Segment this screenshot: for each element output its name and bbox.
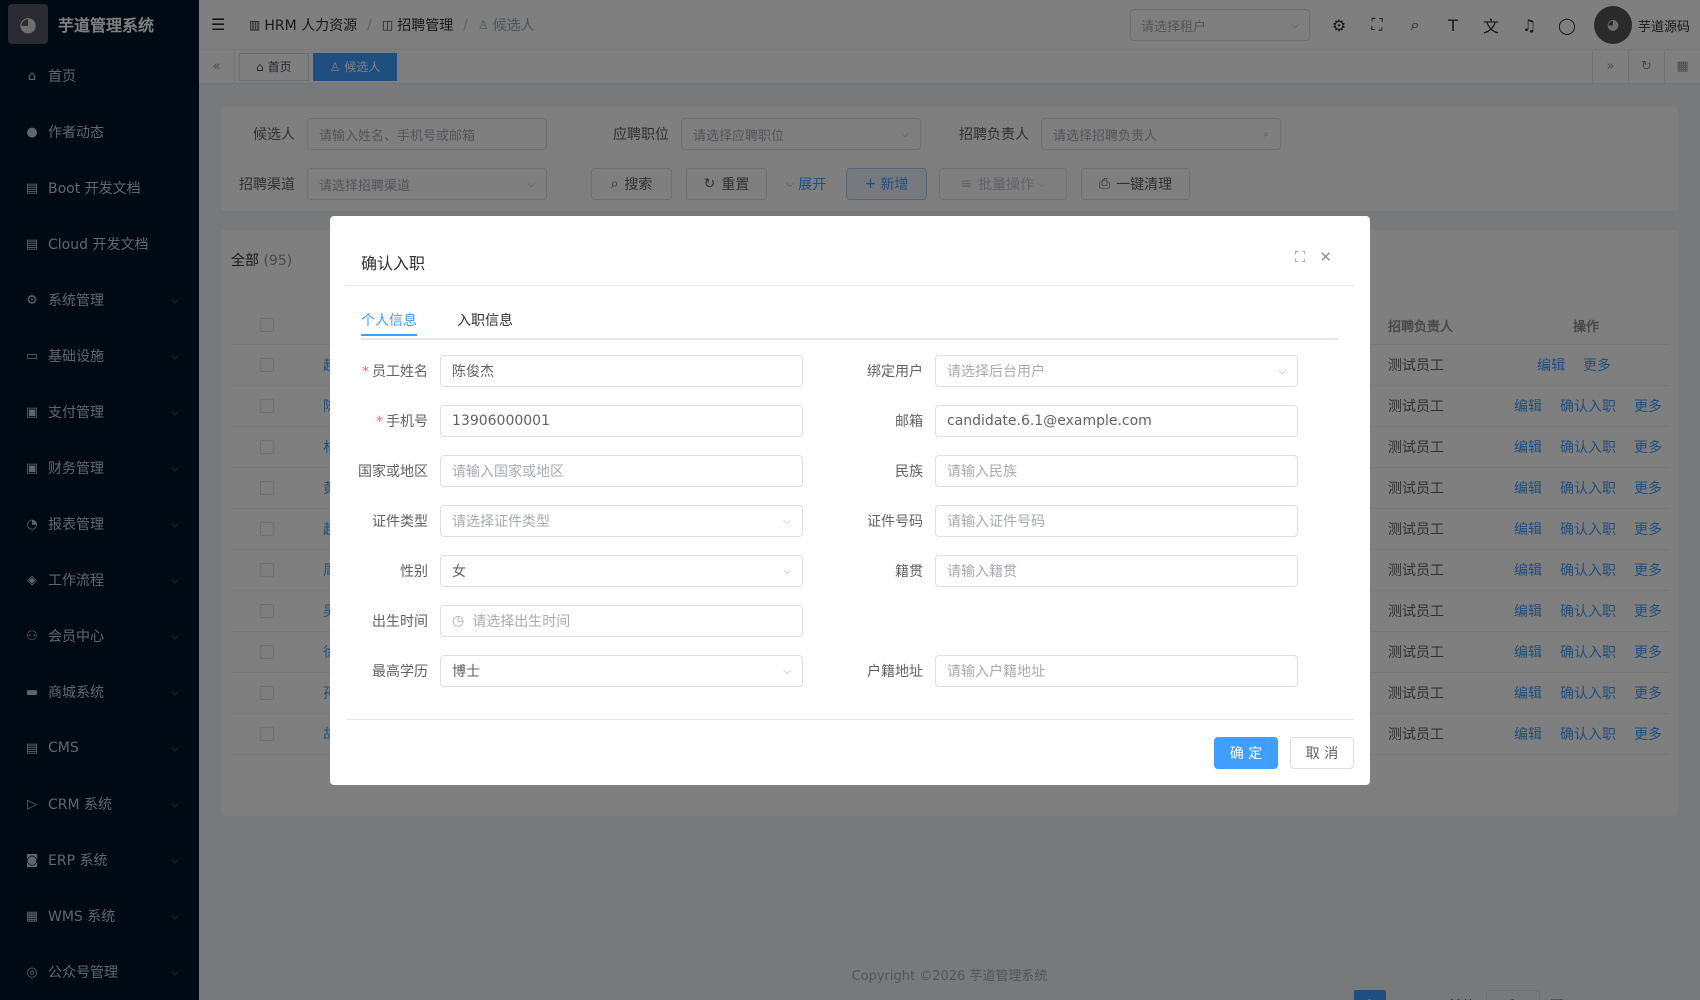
chevron-down-icon: ⌵ [783,515,791,527]
education-select[interactable]: 博士 ⌵ [440,655,803,687]
field-country: 国家或地区 请输入国家或地区 [330,455,803,487]
dialog-footer-divider [346,719,1354,720]
native-place-input[interactable]: 请输入籍贯 [935,555,1298,587]
dialog-title: 确认入职 [361,254,426,273]
field-email: 邮箱 candidate.6.1@example.com [825,405,1298,437]
field-id-number: 证件号码 请输入证件号码 [825,505,1298,537]
field-gender: 性别 女 ⌵ [330,555,803,587]
maximize-icon[interactable]: ⛶ [1295,248,1306,266]
birth-date-picker[interactable]: ◷ 请选择出生时间 [440,605,803,637]
id-type-select[interactable]: 请选择证件类型 ⌵ [440,505,803,537]
field-native-place: 籍贯 请输入籍贯 [825,555,1298,587]
country-input[interactable]: 请输入国家或地区 [440,455,803,487]
field-birth: 出生时间 ◷ 请选择出生时间 [330,605,803,637]
bind-user-select[interactable]: 请选择后台用户 ⌵ [935,355,1298,387]
dialog-header-divider [346,285,1354,286]
field-phone: * 手机号 13906000001 [330,405,803,437]
field-bind-user: 绑定用户 请选择后台用户 ⌵ [825,355,1298,387]
field-id-type: 证件类型 请选择证件类型 ⌵ [330,505,803,537]
confirm-onboard-dialog: 确认入职 ⛶ ✕ 个人信息 入职信息 * 员工姓名 陈俊杰 * 手机号 139060… [330,216,1370,785]
employee-name-input[interactable]: 陈俊杰 [440,355,803,387]
dialog-tabs: 个人信息 入职信息 [361,310,553,336]
chevron-down-icon: ⌵ [1278,365,1286,377]
email-input[interactable]: candidate.6.1@example.com [935,405,1298,437]
chevron-down-icon: ⌵ [783,565,791,577]
field-household-address: 户籍地址 请输入户籍地址 [825,655,1298,687]
clock-icon: ◷ [452,613,465,629]
required-mark: * [376,414,383,430]
household-address-input[interactable]: 请输入户籍地址 [935,655,1298,687]
tab-onboard-info[interactable]: 入职信息 [457,310,513,336]
id-number-input[interactable]: 请输入证件号码 [935,505,1298,537]
ethnicity-input[interactable]: 请输入民族 [935,455,1298,487]
chevron-down-icon: ⌵ [783,665,791,677]
field-ethnicity: 民族 请输入民族 [825,455,1298,487]
tabs-baseline [361,338,1339,340]
tab-personal-info[interactable]: 个人信息 [361,310,417,336]
phone-input[interactable]: 13906000001 [440,405,803,437]
cancel-button[interactable]: 取 消 [1290,737,1354,769]
field-education: 最高学历 博士 ⌵ [330,655,803,687]
confirm-button[interactable]: 确 定 [1214,737,1278,769]
gender-select[interactable]: 女 ⌵ [440,555,803,587]
field-employee-name: * 员工姓名 陈俊杰 [330,355,803,387]
required-mark: * [362,364,369,380]
close-icon[interactable]: ✕ [1319,248,1332,266]
dialog-header-actions: ⛶ ✕ [1295,248,1332,266]
